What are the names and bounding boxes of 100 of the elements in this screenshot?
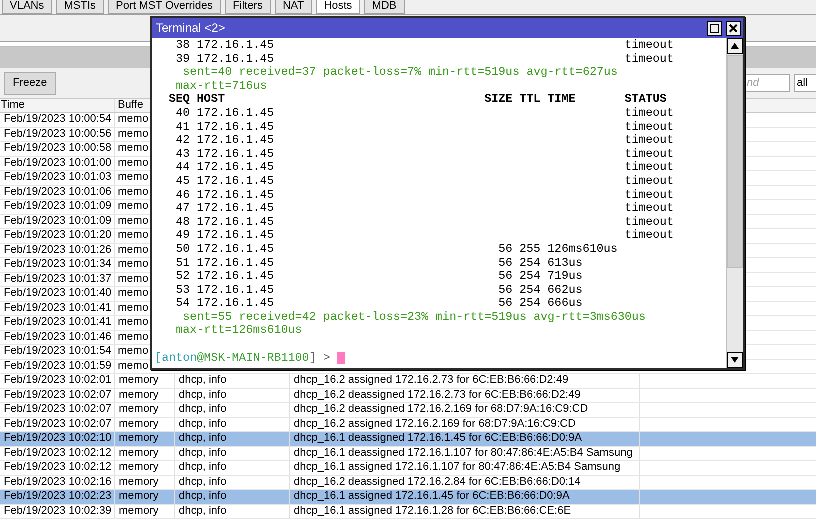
- ttl-value: 254: [520, 270, 541, 284]
- ping-status: timeout: [624, 52, 674, 66]
- tab[interactable]: Hosts: [316, 0, 360, 14]
- ping-status: timeout: [624, 39, 674, 53]
- host-address: 172.16.1.45: [197, 202, 276, 216]
- seq-number: 45: [175, 174, 190, 189]
- table-cell: Feb/19/2023 10:01:00: [0, 156, 115, 170]
- table-cell: memory: [115, 388, 175, 402]
- table-cell-text: memo: [117, 316, 150, 330]
- packet-size: 56: [498, 297, 513, 311]
- table-cell: Feb/19/2023 10:00:58: [0, 142, 115, 156]
- table-cell: Feb/19/2023 10:02:12: [0, 461, 115, 474]
- ping-status: timeout: [624, 202, 674, 216]
- table-cell: Feb/19/2023 10:02:10: [0, 432, 115, 446]
- ping-status: timeout: [624, 229, 674, 243]
- table-cell: Feb/19/2023 10:01:37: [0, 272, 115, 286]
- tab[interactable]: NAT: [274, 0, 312, 14]
- host-address: 172.16.1.45: [197, 188, 276, 202]
- column-header[interactable]: Buffe: [115, 99, 151, 112]
- host-address: 172.16.1.45: [197, 256, 276, 270]
- table-cell: dhcp, info: [175, 374, 290, 388]
- window-title: Terminal <2>: [156, 21, 226, 35]
- table-cell-text: memo: [117, 171, 150, 184]
- table-cell: dhcp, info: [175, 446, 290, 460]
- table-cell: dhcp_16.2 deassigned 172.16.2.73 for 6C:EB:B6:66:D2:49: [290, 388, 640, 402]
- seq-number: 51: [175, 256, 190, 270]
- tab[interactable]: MDB: [364, 0, 405, 14]
- table-cell: dhcp, info: [175, 504, 290, 518]
- table-cell-text: memo: [117, 258, 150, 272]
- seq-number: 47: [175, 202, 190, 216]
- table-cell: Feb/19/2023 10:02:39: [0, 504, 115, 518]
- table-cell-text: memo: [117, 244, 150, 257]
- table-cell-text: memo: [117, 272, 150, 286]
- table-cell: dhcp_16.2 assigned 172.16.2.169 for 68:D7:9A:16:C9:CD: [290, 418, 640, 431]
- scroll-down-button[interactable]: [727, 352, 743, 368]
- seq-number: 50: [175, 242, 190, 256]
- table-cell: Feb/19/2023 10:01:34: [0, 258, 115, 272]
- column-header: TTL: [520, 93, 541, 107]
- table-cell: memory: [115, 374, 175, 388]
- seq-number: 41: [175, 120, 190, 134]
- close-button[interactable]: [726, 20, 741, 36]
- table-cell: Feb/19/2023 10:02:07: [0, 418, 115, 431]
- table-cell-text: memo: [117, 156, 150, 170]
- seq-number: 53: [175, 284, 190, 298]
- table-cell: dhcp_16.1 assigned 172.16.1.107 for 80:47:86:4E:A5:B4 Samsung: [290, 461, 640, 474]
- table-cell: Feb/19/2023 10:01:40: [0, 287, 115, 300]
- scrollbar-thumb[interactable]: [727, 55, 743, 268]
- tab[interactable]: MSTIs: [56, 0, 104, 14]
- seq-number: 43: [175, 148, 190, 162]
- ping-status: timeout: [624, 188, 674, 202]
- tab[interactable]: Port MST Overrides: [108, 0, 222, 14]
- maximize-button[interactable]: [707, 20, 722, 36]
- table-cell: dhcp_16.2 assigned 172.16.2.73 for 6C:EB:B6:66:D2:49: [290, 374, 640, 388]
- table-cell-text: memo: [117, 186, 150, 199]
- table-cell: memory: [115, 504, 175, 518]
- filter-dropdown[interactable]: all: [794, 74, 816, 92]
- column-header: SEQ: [169, 93, 190, 107]
- host-address: 172.16.1.45: [197, 270, 276, 284]
- table-cell: Feb/19/2023 10:00:56: [0, 128, 115, 141]
- column-header: STATUS: [624, 93, 667, 107]
- scroll-up-button[interactable]: [727, 38, 743, 54]
- table-cell: dhcp, info: [175, 490, 290, 504]
- rtt-time: 662us: [548, 284, 584, 298]
- table-cell: Feb/19/2023 10:01:59: [0, 360, 115, 373]
- tab[interactable]: VLANs: [2, 0, 52, 14]
- ttl-value: 254: [520, 256, 541, 270]
- table-cell: memory: [115, 461, 175, 474]
- table-cell-text: memo: [117, 128, 150, 141]
- host-address: 172.16.1.45: [197, 106, 276, 121]
- seq-number: 49: [175, 229, 190, 243]
- table-cell: dhcp_16.1 deassigned 172.16.1.45 for 6C:EB:B6:66:D0:9A: [290, 432, 640, 446]
- host-address: 172.16.1.45: [197, 134, 276, 148]
- seq-number: 42: [175, 134, 190, 148]
- host-address: 172.16.1.45: [197, 284, 276, 298]
- packet-size: 56: [498, 256, 513, 270]
- down-arrow-icon: [731, 357, 739, 363]
- column-header[interactable]: Time: [0, 99, 115, 112]
- host-address: 172.16.1.45: [197, 39, 276, 53]
- ttl-value: 254: [520, 297, 541, 311]
- table-cell: Feb/19/2023 10:01:41: [0, 302, 115, 315]
- table-cell: Feb/19/2023 10:01:06: [0, 186, 115, 199]
- table-cell: Feb/19/2023 10:01:26: [0, 244, 115, 257]
- tab[interactable]: Filters: [225, 0, 271, 14]
- table-cell: dhcp_16.1 deassigned 172.16.1.107 for 80:47:86:4E:A5:B4 Samsung: [290, 446, 640, 460]
- freeze-button[interactable]: Freeze: [4, 72, 56, 94]
- selected-log-row[interactable]: Feb/19/2023 10:02:23 memory dhcp, info dhcp_16.1 assigned 172.16.1.45 for 6C:EB:B6:66:D0:9A: [0, 490, 816, 504]
- column-header: SIZE: [484, 93, 513, 107]
- rtt-time: 613us: [548, 256, 584, 270]
- table-cell: dhcp, info: [175, 418, 290, 431]
- host-address: 172.16.1.45: [197, 161, 276, 175]
- rtt-time: 126ms610us: [548, 242, 619, 256]
- ttl-value: 254: [520, 284, 541, 298]
- table-cell: Feb/19/2023 10:02:23: [0, 490, 115, 504]
- table-cell: dhcp_16.2 deassigned 172.16.2.169 for 68:D7:9A:16:C9:CD: [290, 403, 640, 416]
- seq-number: 44: [175, 161, 190, 175]
- table-cell: Feb/19/2023 10:01:09: [0, 200, 115, 214]
- column-header: HOST: [197, 93, 226, 107]
- selected-log-row[interactable]: Feb/19/2023 10:02:10 memory dhcp, info dhcp_16.1 deassigned 172.16.1.45 for 6C:EB:B6:66:D0:9A: [0, 432, 816, 446]
- table-cell-text: memo: [117, 302, 150, 315]
- seq-number: 48: [175, 216, 190, 230]
